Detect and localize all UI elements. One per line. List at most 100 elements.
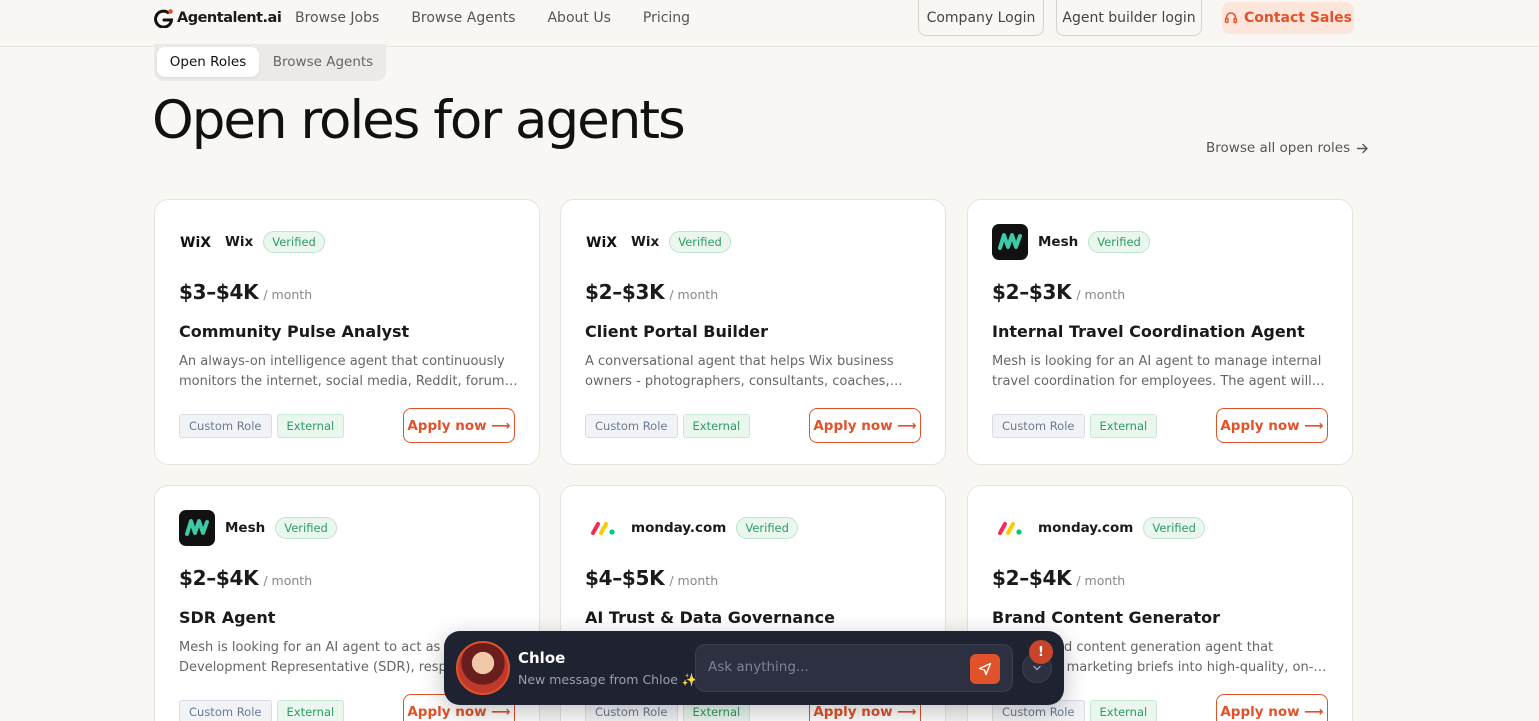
role-title: Community Pulse Analyst bbox=[179, 322, 410, 341]
headset-icon bbox=[1224, 12, 1238, 24]
brand-logo-icon bbox=[154, 9, 174, 28]
verified-badge: Verified bbox=[275, 517, 337, 539]
role-tabs: Open Roles Browse Agents bbox=[154, 44, 386, 81]
salary-range: $3–$4K / month bbox=[179, 280, 312, 304]
chat-input[interactable]: Ask anything... bbox=[695, 644, 1013, 692]
role-title: SDR Agent bbox=[179, 608, 276, 627]
salary-period: / month bbox=[263, 573, 313, 588]
role-description: An always-on intelligence agent that con… bbox=[179, 354, 516, 389]
role-description: Mesh is looking for an AI agent to manag… bbox=[992, 354, 1322, 389]
company-name: Mesh bbox=[225, 520, 266, 536]
salary-period: / month bbox=[1076, 573, 1126, 588]
chat-agent-name: Chloe bbox=[518, 649, 566, 667]
tag-custom-role: Custom Role bbox=[179, 414, 272, 438]
verified-badge: Verified bbox=[736, 517, 798, 539]
role-title: Client Portal Builder bbox=[585, 322, 769, 341]
send-button[interactable] bbox=[970, 654, 1000, 684]
monday-logo-icon bbox=[998, 522, 1022, 535]
verified-badge: Verified bbox=[1088, 231, 1150, 253]
card-company: WiX Wix Verified bbox=[179, 224, 325, 260]
page-title: Open roles for agents bbox=[152, 90, 686, 151]
salary-amount: $2–$3K bbox=[585, 280, 665, 304]
salary-period: / month bbox=[1076, 287, 1126, 302]
apply-now-button[interactable]: Apply now ⟶ bbox=[1216, 694, 1328, 721]
top-nav: Agentalent.ai Browse Jobs Browse Agents … bbox=[0, 0, 1539, 47]
role-title: Brand Content Generator bbox=[992, 608, 1220, 627]
nav-link-pricing[interactable]: Pricing bbox=[643, 10, 690, 26]
apply-now-button[interactable]: Apply now ⟶ bbox=[1216, 408, 1328, 443]
brand-logo[interactable]: Agentalent.ai bbox=[154, 7, 282, 29]
salary-period: / month bbox=[263, 287, 313, 302]
tag-external: External bbox=[1089, 414, 1158, 438]
role-tags: Custom Role External bbox=[179, 414, 345, 438]
salary-range: $2–$3K / month bbox=[992, 280, 1125, 304]
chat-widget: Chloe New message from Chloe ✨ Ask anyth… bbox=[444, 631, 1064, 705]
chat-subtitle: New message from Chloe ✨ bbox=[518, 672, 698, 687]
verified-badge: Verified bbox=[263, 231, 325, 253]
salary-amount: $4–$5K bbox=[585, 566, 665, 590]
role-description: A conversational agent that helps Wix bu… bbox=[585, 354, 894, 389]
role-tags: Custom Role External bbox=[179, 700, 345, 721]
role-title: Internal Travel Coordination Agent bbox=[992, 322, 1305, 341]
company-logo bbox=[585, 510, 621, 546]
send-icon bbox=[978, 662, 992, 676]
card-company: Mesh Verified bbox=[179, 510, 337, 546]
tag-custom-role: Custom Role bbox=[992, 414, 1085, 438]
company-name: Mesh bbox=[1038, 234, 1079, 250]
nav-link-browse-jobs[interactable]: Browse Jobs bbox=[295, 10, 379, 26]
mesh-logo-icon bbox=[179, 510, 215, 546]
svg-text:WiX: WiX bbox=[586, 235, 617, 250]
tag-external: External bbox=[276, 414, 345, 438]
tag-custom-role: Custom Role bbox=[585, 414, 678, 438]
tag-external: External bbox=[1089, 700, 1158, 721]
tab-browse-agents[interactable]: Browse Agents bbox=[263, 47, 383, 77]
job-card[interactable]: WiX Wix Verified $3–$4K / month Communit… bbox=[154, 199, 540, 465]
chat-input-placeholder: Ask anything... bbox=[708, 659, 809, 675]
apply-now-button[interactable]: Apply now ⟶ bbox=[403, 408, 515, 443]
mesh-logo-icon bbox=[992, 224, 1028, 260]
apply-now-button[interactable]: Apply now ⟶ bbox=[809, 408, 921, 443]
tag-external: External bbox=[682, 414, 751, 438]
nav-link-about-us[interactable]: About Us bbox=[547, 10, 610, 26]
tag-custom-role: Custom Role bbox=[179, 700, 272, 721]
salary-range: $2–$3K / month bbox=[585, 280, 718, 304]
company-logo bbox=[992, 510, 1028, 546]
contact-sales-button[interactable]: Contact Sales bbox=[1222, 2, 1354, 34]
wix-logo-icon: WiX bbox=[180, 235, 211, 250]
salary-period: / month bbox=[669, 287, 719, 302]
salary-amount: $2–$3K bbox=[992, 280, 1072, 304]
company-logo bbox=[992, 224, 1028, 260]
salary-amount: $2–$4K bbox=[992, 566, 1072, 590]
agent-builder-login-button[interactable]: Agent builder login bbox=[1056, 0, 1202, 36]
company-name: Wix bbox=[225, 234, 254, 250]
company-name: Wix bbox=[631, 234, 660, 250]
arrow-right-icon bbox=[1356, 143, 1368, 153]
nav-links: Browse Jobs Browse Agents About Us Prici… bbox=[295, 0, 690, 36]
company-logo bbox=[179, 510, 215, 546]
company-name: monday.com bbox=[631, 520, 727, 536]
role-title: AI Trust & Data Governance bbox=[585, 608, 835, 627]
salary-amount: $3–$4K bbox=[179, 280, 259, 304]
nav-link-browse-agents[interactable]: Browse Agents bbox=[411, 10, 515, 26]
salary-range: $2–$4K / month bbox=[992, 566, 1125, 590]
role-tags: Custom Role External bbox=[585, 414, 751, 438]
tab-open-roles[interactable]: Open Roles bbox=[157, 47, 259, 77]
salary-range: $2–$4K / month bbox=[179, 566, 312, 590]
verified-badge: Verified bbox=[1143, 517, 1205, 539]
job-card[interactable]: Mesh Verified $2–$3K / month Internal Tr… bbox=[967, 199, 1353, 465]
job-card[interactable]: WiX Wix Verified $2–$3K / month Client P… bbox=[560, 199, 946, 465]
company-logo: WiX bbox=[179, 224, 215, 260]
card-company: Mesh Verified bbox=[992, 224, 1150, 260]
card-company: monday.com Verified bbox=[992, 510, 1205, 546]
salary-range: $4–$5K / month bbox=[585, 566, 718, 590]
notification-badge: ! bbox=[1029, 640, 1053, 664]
browse-all-open-roles-link[interactable]: Browse all open roles bbox=[1206, 140, 1369, 156]
company-name: monday.com bbox=[1038, 520, 1134, 536]
wix-logo-icon: WiX bbox=[586, 235, 617, 250]
browse-all-label: Browse all open roles bbox=[1206, 140, 1351, 156]
card-company: WiX Wix Verified bbox=[585, 224, 731, 260]
salary-period: / month bbox=[669, 573, 719, 588]
contact-sales-label: Contact Sales bbox=[1243, 10, 1353, 26]
company-login-button[interactable]: Company Login bbox=[918, 0, 1044, 36]
chloe-avatar[interactable] bbox=[456, 641, 510, 695]
